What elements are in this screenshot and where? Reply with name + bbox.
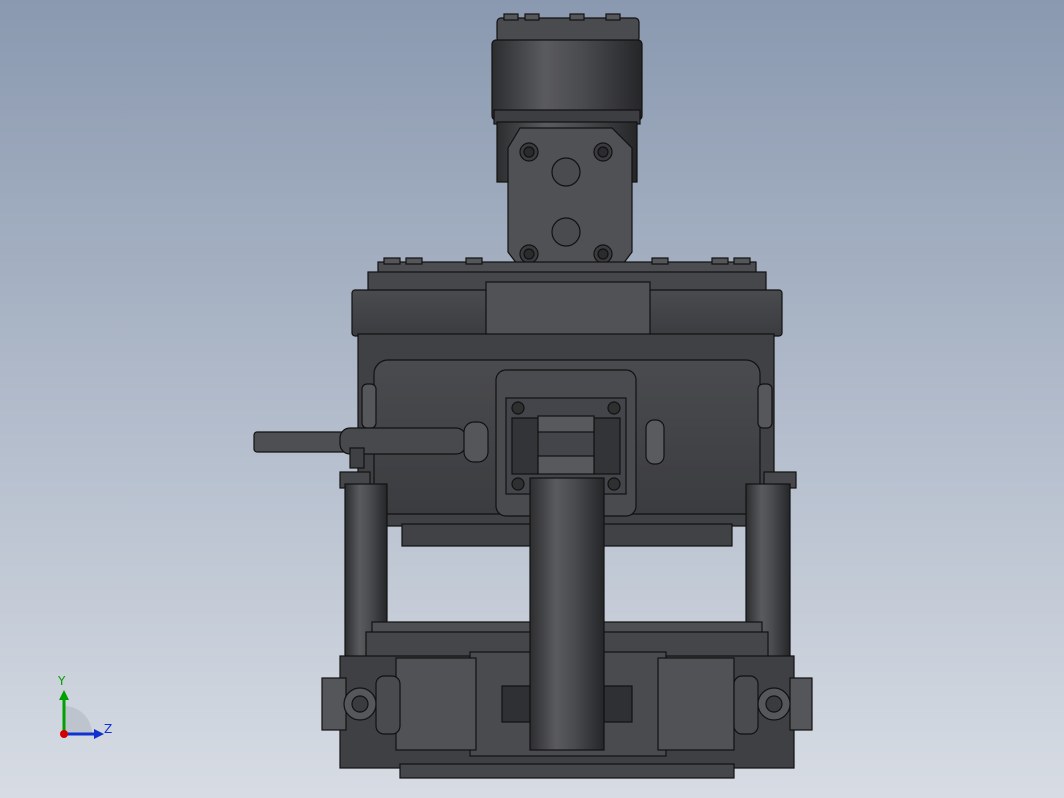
x-axis-dot bbox=[60, 730, 68, 738]
coordinate-triad-icon: Y Z bbox=[50, 674, 120, 746]
z-axis-label: Z bbox=[104, 722, 113, 736]
top-flange[interactable] bbox=[351, 257, 783, 337]
3d-model-view[interactable] bbox=[0, 0, 1064, 798]
central-shaft[interactable] bbox=[529, 477, 605, 751]
y-axis-label: Y bbox=[58, 674, 66, 688]
cad-graphics-viewport[interactable]: Y Z bbox=[0, 0, 1064, 798]
motor-adapter-plate[interactable] bbox=[507, 127, 633, 269]
